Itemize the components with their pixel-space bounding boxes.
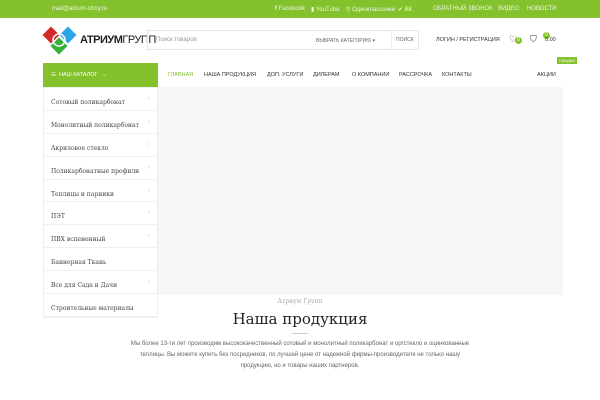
chevron-right-icon: › <box>147 209 150 217</box>
nav-services[interactable]: ДОП. УСЛУГИ <box>267 72 303 78</box>
facebook-link[interactable]: f Facebook <box>275 6 305 12</box>
search-bar: Поиск товаров ВЫБРАТЬ КАТЕГОРИЮ ▾ ПОИСК <box>147 30 419 50</box>
wishlist-icon[interactable]: ♡ 0 <box>509 34 522 45</box>
wishlist-count: 0 <box>515 37 522 44</box>
section-title: Наша продукция <box>232 310 368 328</box>
menu-item[interactable]: Баннерная Ткань <box>44 248 157 272</box>
logo-text[interactable]: АТРИУМГРУПП <box>80 34 156 46</box>
menu-item[interactable]: Все для Сада и Дачи › <box>44 271 157 295</box>
chevron-right-icon: › <box>147 232 150 240</box>
category-select[interactable]: ВЫБРАТЬ КАТЕГОРИЮ ▾ <box>316 38 375 44</box>
nav-about[interactable]: О КОМПАНИИ <box>352 72 389 78</box>
chevron-right-icon: › <box>147 140 150 148</box>
chevron-right-icon: › <box>147 186 150 194</box>
youtube-link[interactable]: ▮ YouTube <box>311 6 339 13</box>
menu-item[interactable]: Акриловое стекло › <box>44 134 157 157</box>
title-divider <box>292 333 308 334</box>
chevron-right-icon: › <box>147 278 150 286</box>
nav-promo[interactable]: АКЦИИ <box>537 72 556 78</box>
cart-icon[interactable]: ⛉ 0 <box>530 32 550 45</box>
top-bar: mail@atrium-stroy.ru f Facebook ▮ YouTub… <box>0 0 600 18</box>
main-nav: ☰ НАШ КАТАЛОГ ⌄ ГЛАВНАЯ НАША ПРОДУКЦИЯ Д… <box>0 57 600 87</box>
chevron-right-icon: › <box>147 117 150 125</box>
menu-item[interactable]: Теплицы и парники › <box>44 180 157 203</box>
ok-link[interactable]: ⚲ Одноклассники <box>346 6 395 13</box>
nav-home[interactable]: ГЛАВНАЯ <box>168 72 193 78</box>
cart-total: 0.00 <box>545 37 556 43</box>
vk-link[interactable]: ✔ ВК <box>398 6 412 13</box>
search-button[interactable]: ПОИСК <box>391 31 419 49</box>
menu-item[interactable]: Сотовый поликарбонат › <box>44 88 157 111</box>
menu-item[interactable]: Поликарбонатные профили › <box>44 157 157 180</box>
nav-dealers[interactable]: ДИЛЕРАМ <box>313 72 340 78</box>
search-input[interactable]: Поиск товаров <box>156 37 197 43</box>
chevron-right-icon: › <box>147 163 150 171</box>
chevron-right-icon: › <box>147 95 150 102</box>
email-link[interactable]: mail@atrium-stroy.ru <box>52 6 107 12</box>
section-subtitle: Атриум Групп <box>277 298 323 305</box>
catalog-menu: Сотовый поликарбонат › Монолитный поликар… <box>43 87 158 318</box>
logo-icon[interactable] <box>42 24 78 58</box>
catalog-button[interactable]: ☰ НАШ КАТАЛОГ ⌄ <box>43 63 158 87</box>
news-link[interactable]: НОВОСТИ <box>527 6 557 12</box>
callback-link[interactable]: ОБРАТНЫЙ ЗВОНОК <box>433 6 493 12</box>
nav-products[interactable]: НАША ПРОДУКЦИЯ <box>204 72 256 78</box>
nav-contacts[interactable]: КОНТАКТЫ <box>442 72 472 78</box>
menu-item[interactable]: ПЭТ › <box>44 202 157 226</box>
section-description: Мы более 13-ти лет производим высококаче… <box>130 341 470 369</box>
login-link[interactable]: ЛОГИН / РЕГИСТРАЦИЯ <box>436 37 500 43</box>
video-link[interactable]: ВИДЕО <box>498 6 519 12</box>
header: АТРИУМГРУПП Поиск товаров ВЫБРАТЬ КАТЕГО… <box>0 18 600 63</box>
menu-item[interactable]: ПВХ вспененный › <box>44 225 157 249</box>
nav-installments[interactable]: РАССРОЧКА <box>399 72 432 78</box>
menu-item[interactable]: Монолитный поликарбонат › <box>44 111 157 134</box>
sale-badge: СКИДКИ <box>557 57 578 64</box>
